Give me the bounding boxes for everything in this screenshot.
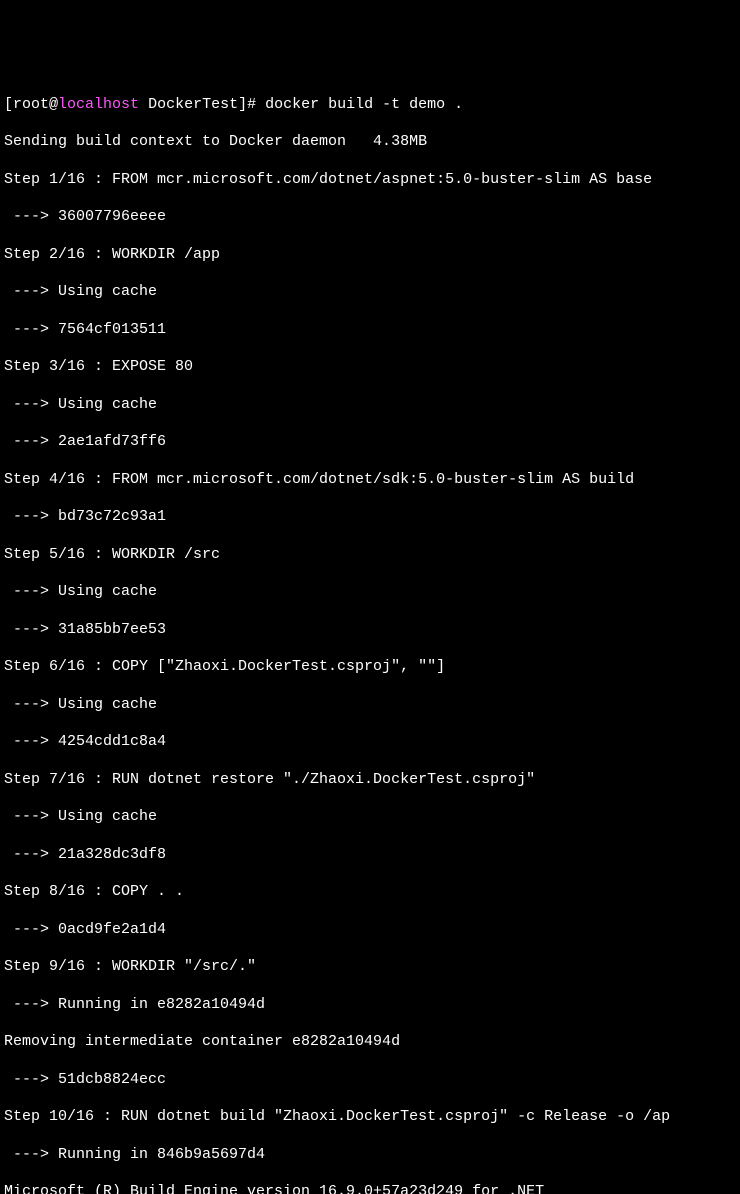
output-line: Step 4/16 : FROM mcr.microsoft.com/dotne…	[4, 471, 736, 490]
output-line: ---> 51dcb8824ecc	[4, 1071, 736, 1090]
terminal-window[interactable]: [root@localhost DockerTest]# docker buil…	[0, 75, 740, 1194]
prompt-host: localhost	[58, 96, 139, 113]
prompt-line: [root@localhost DockerTest]# docker buil…	[4, 96, 736, 115]
output-line: ---> Using cache	[4, 283, 736, 302]
output-line: Removing intermediate container e8282a10…	[4, 1033, 736, 1052]
output-line: ---> 7564cf013511	[4, 321, 736, 340]
output-line: ---> Running in e8282a10494d	[4, 996, 736, 1015]
output-line: ---> Using cache	[4, 696, 736, 715]
prompt-space	[139, 96, 148, 113]
output-line: Step 3/16 : EXPOSE 80	[4, 358, 736, 377]
output-line: ---> Using cache	[4, 396, 736, 415]
output-line: ---> 2ae1afd73ff6	[4, 433, 736, 452]
output-line: ---> Using cache	[4, 583, 736, 602]
output-line: Step 7/16 : RUN dotnet restore "./Zhaoxi…	[4, 771, 736, 790]
output-line: Step 2/16 : WORKDIR /app	[4, 246, 736, 265]
output-line: Step 9/16 : WORKDIR "/src/."	[4, 958, 736, 977]
output-line: ---> 21a328dc3df8	[4, 846, 736, 865]
prompt-user: root	[13, 96, 49, 113]
prompt-open: [	[4, 96, 13, 113]
output-line: Sending build context to Docker daemon 4…	[4, 133, 736, 152]
output-line: Step 10/16 : RUN dotnet build "Zhaoxi.Do…	[4, 1108, 736, 1127]
prompt-at: @	[49, 96, 58, 113]
output-line: Step 5/16 : WORKDIR /src	[4, 546, 736, 565]
output-line: ---> 31a85bb7ee53	[4, 621, 736, 640]
output-line: ---> Using cache	[4, 808, 736, 827]
prompt-cwd: DockerTest	[148, 96, 238, 113]
prompt-close: ]#	[238, 96, 265, 113]
output-line: Microsoft (R) Build Engine version 16.9.…	[4, 1183, 736, 1194]
output-line: ---> bd73c72c93a1	[4, 508, 736, 527]
output-line: ---> 0acd9fe2a1d4	[4, 921, 736, 940]
output-line: Step 8/16 : COPY . .	[4, 883, 736, 902]
output-line: ---> 4254cdd1c8a4	[4, 733, 736, 752]
output-line: ---> 36007796eeee	[4, 208, 736, 227]
output-line: Step 6/16 : COPY ["Zhaoxi.DockerTest.csp…	[4, 658, 736, 677]
output-line: Step 1/16 : FROM mcr.microsoft.com/dotne…	[4, 171, 736, 190]
command-text: docker build -t demo .	[265, 96, 463, 113]
output-line: ---> Running in 846b9a5697d4	[4, 1146, 736, 1165]
